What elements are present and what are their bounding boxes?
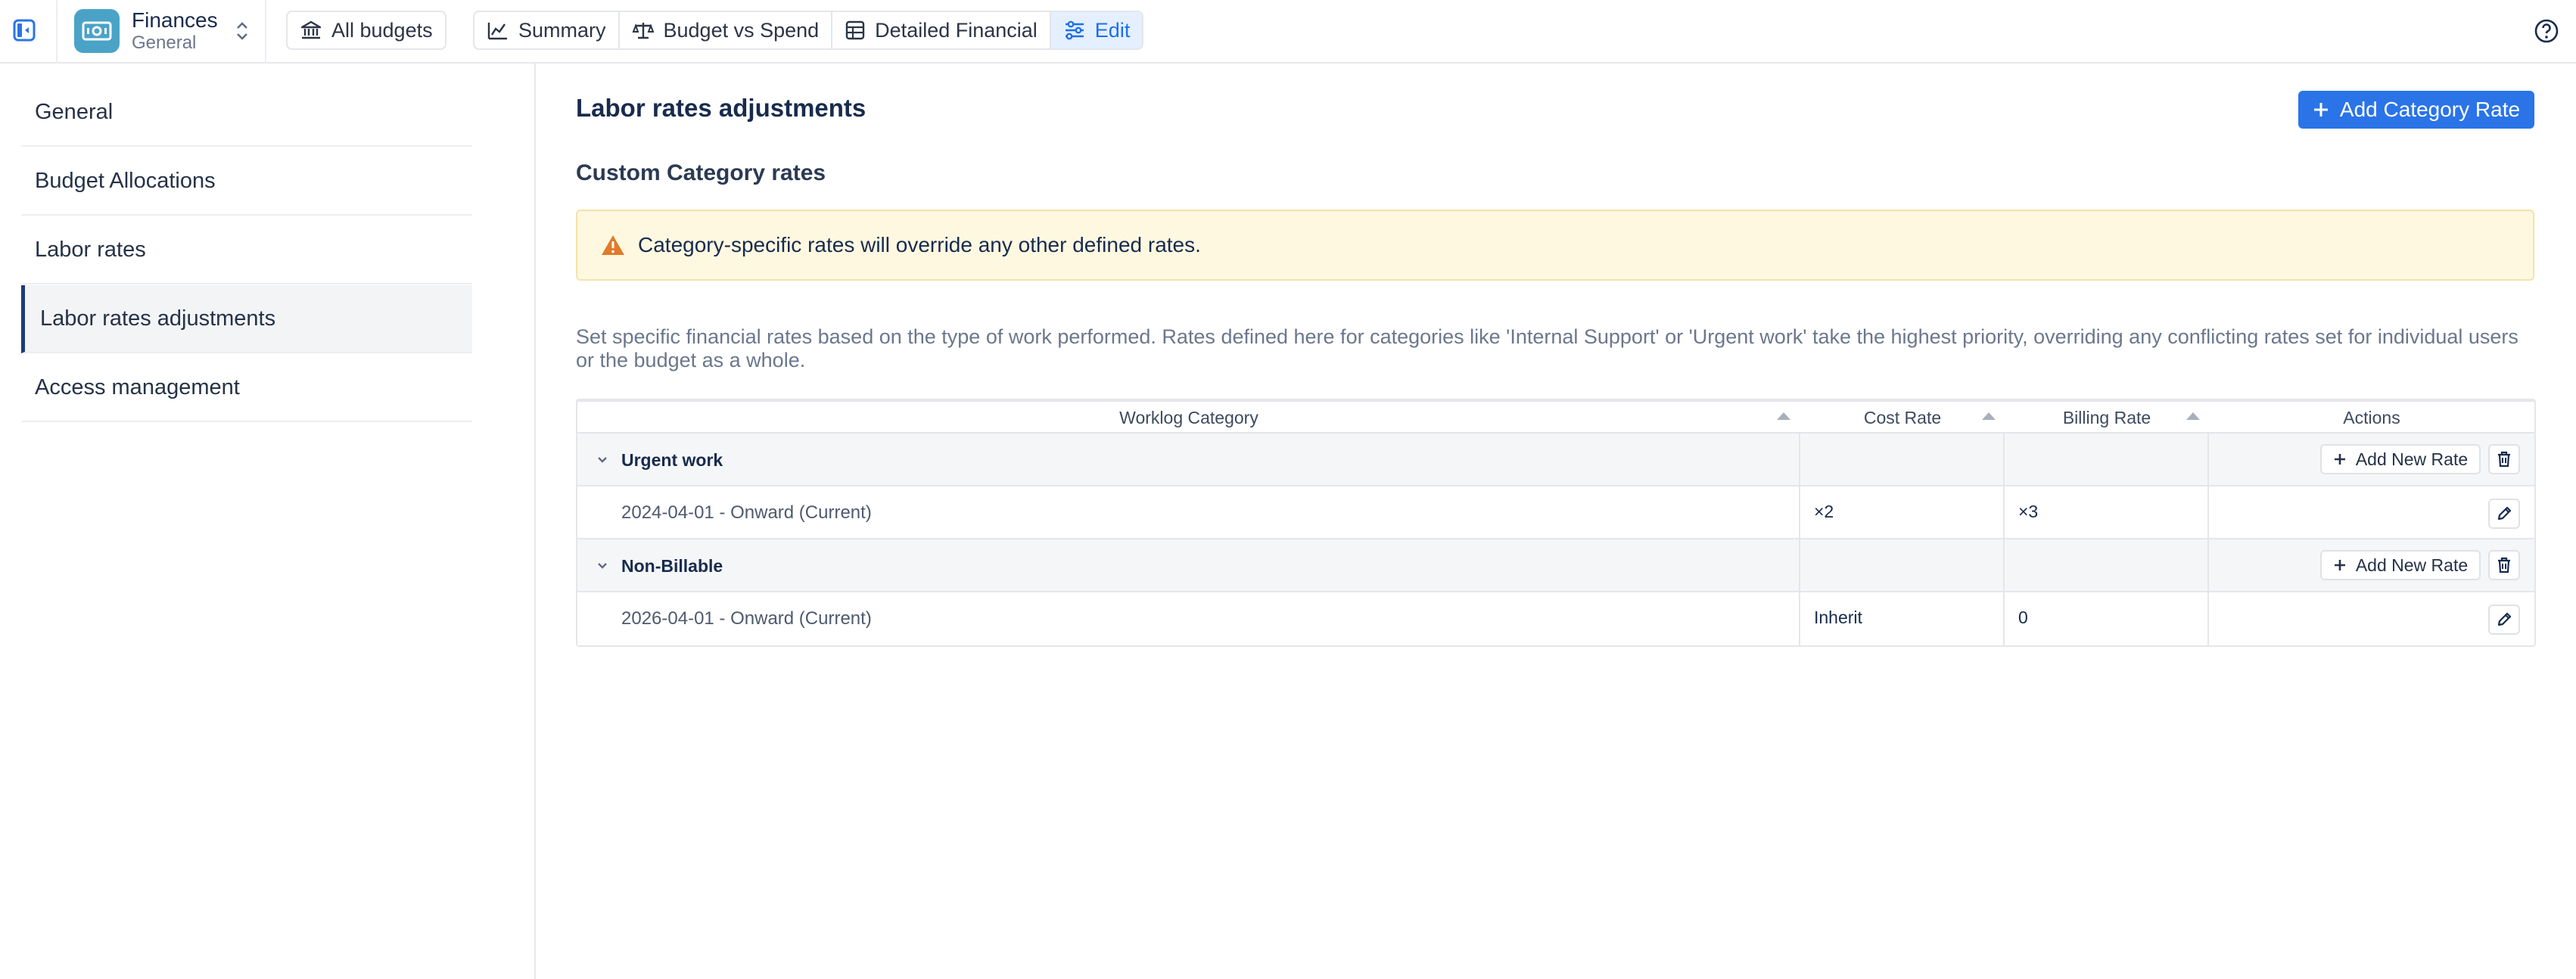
chevron-down-icon[interactable]	[597, 456, 608, 464]
chevron-down-icon[interactable]	[597, 562, 608, 570]
add-new-rate-button[interactable]: Add New Rate	[2320, 550, 2481, 580]
sidebar-item-label: Labor rates adjustments	[40, 306, 276, 331]
description-text: Set specific financial rates based on th…	[576, 325, 2518, 371]
rate-period: 2026-04-01 - Onward (Current)	[621, 608, 872, 629]
all-budgets-button[interactable]: All budgets	[286, 11, 446, 50]
group-name: Urgent work	[621, 449, 723, 470]
sort-icon[interactable]	[2186, 412, 2200, 420]
add-new-rate-button[interactable]: Add New Rate	[2320, 444, 2481, 474]
tab-label: Edit	[1094, 18, 1131, 42]
tab-label: Budget vs Spend	[663, 18, 820, 42]
plus-icon	[2313, 101, 2329, 118]
bank-icon	[300, 20, 322, 41]
column-header-billing-rate[interactable]: Billing Rate	[2005, 402, 2209, 434]
plus-icon	[2333, 558, 2347, 572]
column-header-actions: Actions	[2343, 407, 2400, 427]
sidebar-item-general[interactable]: General	[21, 79, 472, 147]
sidebar-item-budget-allocations[interactable]: Budget Allocations	[21, 148, 472, 216]
tab-detailed-financial[interactable]: Detailed Financial	[832, 12, 1051, 48]
sidebar-toggle-icon[interactable]	[11, 17, 38, 44]
delete-button[interactable]	[2488, 550, 2520, 580]
pencil-icon	[2496, 505, 2512, 522]
warning-icon	[600, 234, 626, 256]
chart-line-icon	[487, 20, 509, 41]
table-header: Worklog Category Cost Rate Billing Rate …	[577, 402, 2534, 434]
finances-logo-icon	[74, 9, 120, 53]
sidebar-item-label: Budget Allocations	[35, 168, 216, 193]
main-content: Labor rates adjustments Add Category Rat…	[537, 64, 2576, 979]
settings-sidebar: General Budget Allocations Labor rates L…	[0, 64, 536, 979]
page-title: Labor rates adjustments	[576, 94, 866, 122]
app-subtitle: General	[132, 33, 197, 53]
divider	[265, 0, 266, 64]
sidebar-item-labor-rates[interactable]: Labor rates	[21, 216, 472, 284]
delete-button[interactable]	[2488, 444, 2520, 474]
trash-icon	[2496, 450, 2512, 468]
add-new-rate-label: Add New Rate	[2355, 555, 2469, 575]
billing-rate-value: ×3	[2018, 501, 2039, 521]
column-header-cost-rate[interactable]: Cost Rate	[1800, 402, 2005, 434]
tab-label: Summary	[518, 18, 606, 42]
plus-icon	[2333, 452, 2347, 466]
sidebar-item-label: Labor rates	[35, 237, 146, 262]
group-row-urgent-work: Urgent work Add New Rate	[577, 434, 2534, 486]
sort-icon[interactable]	[1982, 412, 1996, 420]
edit-button[interactable]	[2488, 604, 2520, 635]
warning-text: Category-specific rates will override an…	[638, 233, 1201, 256]
all-budgets-label: All budgets	[331, 18, 433, 42]
table-row: 2024-04-01 - Onward (Current) ×2 ×3	[577, 486, 2534, 539]
sidebar-item-access-management[interactable]: Access management	[21, 354, 472, 422]
tab-edit[interactable]: Edit	[1050, 12, 1143, 48]
scale-icon	[632, 20, 655, 41]
warning-banner: Category-specific rates will override an…	[576, 210, 2534, 281]
tab-label: Detailed Financial	[875, 18, 1038, 42]
view-tabs: Summary Budget vs Spend Detailed Financi…	[473, 11, 1144, 50]
group-row-non-billable: Non-Billable Add New Rate	[577, 539, 2534, 592]
trash-icon	[2496, 556, 2512, 574]
category-rates-table: Worklog Category Cost Rate Billing Rate …	[576, 399, 2536, 647]
sort-icon[interactable]	[1777, 412, 1790, 420]
chevron-up-down-icon[interactable]	[232, 16, 253, 46]
add-category-rate-button[interactable]: Add Category Rate	[2298, 91, 2534, 129]
table-row: 2026-04-01 - Onward (Current) Inherit 0	[577, 592, 2534, 645]
section-title: Custom Category rates	[576, 160, 826, 185]
app-title: Finances	[132, 8, 218, 32]
edit-button[interactable]	[2488, 499, 2520, 529]
column-header-worklog-category[interactable]: Worklog Category	[577, 402, 1800, 434]
add-category-rate-label: Add Category Rate	[2339, 98, 2521, 121]
sidebar-item-labor-rates-adjustments[interactable]: Labor rates adjustments	[21, 285, 472, 353]
sliders-icon	[1063, 20, 1086, 41]
tab-budget-vs-spend[interactable]: Budget vs Spend	[620, 12, 833, 48]
top-bar: Finances General All budgets Summary Bud…	[0, 0, 2576, 64]
cost-rate-value: ×2	[1814, 501, 1834, 521]
app-switcher[interactable]: Finances General	[74, 6, 253, 56]
billing-rate-value: 0	[2018, 607, 2028, 627]
table-icon	[845, 20, 866, 41]
rate-period: 2024-04-01 - Onward (Current)	[621, 502, 872, 523]
tab-summary[interactable]: Summary	[474, 12, 620, 48]
pencil-icon	[2496, 611, 2512, 628]
sidebar-item-label: General	[35, 99, 114, 124]
group-name: Non-Billable	[621, 555, 723, 576]
add-new-rate-label: Add New Rate	[2355, 449, 2469, 469]
divider	[56, 0, 58, 64]
cost-rate-value: Inherit	[1814, 607, 1862, 627]
sidebar-item-label: Access management	[35, 375, 240, 399]
help-icon[interactable]	[2531, 15, 2562, 47]
